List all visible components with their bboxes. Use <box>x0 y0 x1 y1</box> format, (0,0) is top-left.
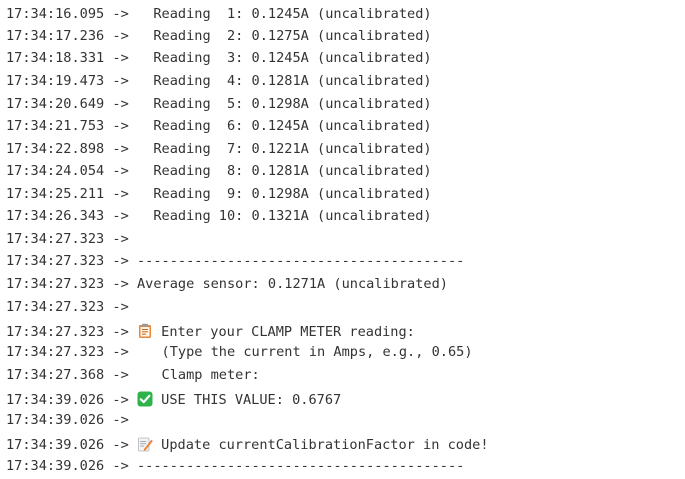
arrow-separator: -> <box>112 231 129 247</box>
console-message: Average sensor: 0.1271A (uncalibrated) <box>136 276 448 292</box>
console-line: 17:34:39.026 -> USE THIS VALUE: 0.6767 <box>6 390 341 410</box>
timestamp: 17:34:19.473 <box>6 73 105 89</box>
check-mark-icon <box>137 391 153 407</box>
timestamp: 17:34:27.323 <box>6 344 105 360</box>
arrow-separator: -> <box>112 458 129 474</box>
console-line: 17:34:26.343 -> Reading 10: 0.1321A (unc… <box>6 206 432 226</box>
timestamp: 17:34:39.026 <box>6 392 105 408</box>
timestamp: 17:34:20.649 <box>6 96 105 112</box>
console-message: Reading 5: 0.1298A (uncalibrated) <box>136 96 432 112</box>
console-message: Reading 3: 0.1245A (uncalibrated) <box>136 50 432 66</box>
console-message: ---------------------------------------- <box>136 253 465 269</box>
console-message: Reading 8: 0.1281A (uncalibrated) <box>136 163 432 179</box>
timestamp: 17:34:27.323 <box>6 324 105 340</box>
console-message: ---------------------------------------- <box>136 458 465 474</box>
arrow-separator: -> <box>112 367 129 383</box>
console-line: 17:34:27.368 -> Clamp meter: <box>6 365 260 385</box>
arrow-separator: -> <box>112 141 129 157</box>
console-line: 17:34:25.211 -> Reading 9: 0.1298A (unca… <box>6 184 432 204</box>
console-line: 17:34:39.026 -> Update currentCalibratio… <box>6 435 489 455</box>
timestamp: 17:34:39.026 <box>6 437 105 453</box>
console-message: Update currentCalibrationFactor in code! <box>161 437 489 453</box>
console-message: Reading 10: 0.1321A (uncalibrated) <box>136 208 432 224</box>
timestamp: 17:34:17.236 <box>6 28 105 44</box>
console-line: 17:34:27.323 -> Average sensor: 0.1271A … <box>6 274 448 294</box>
console-message: Reading 6: 0.1245A (uncalibrated) <box>136 118 432 134</box>
console-message: Reading 4: 0.1281A (uncalibrated) <box>136 73 432 89</box>
timestamp: 17:34:24.054 <box>6 163 105 179</box>
arrow-separator: -> <box>112 344 129 360</box>
console-line: 17:34:39.026 -> ------------------------… <box>6 456 464 476</box>
console-message: (Type the current in Amps, e.g., 0.65) <box>136 344 473 360</box>
console-line: 17:34:27.323 -> ------------------------… <box>6 251 464 271</box>
console-line: 17:34:18.331 -> Reading 3: 0.1245A (unca… <box>6 48 432 68</box>
timestamp: 17:34:27.323 <box>6 231 105 247</box>
console-message: USE THIS VALUE: 0.6767 <box>161 392 342 408</box>
console-line: 17:34:19.473 -> Reading 4: 0.1281A (unca… <box>6 71 432 91</box>
timestamp: 17:34:27.368 <box>6 367 105 383</box>
console-line: 17:34:27.323 -> Enter your CLAMP METER r… <box>6 322 415 342</box>
console-line: 17:34:17.236 -> Reading 2: 0.1275A (unca… <box>6 26 432 46</box>
timestamp: 17:34:18.331 <box>6 50 105 66</box>
timestamp: 17:34:16.095 <box>6 6 105 22</box>
arrow-separator: -> <box>112 437 129 453</box>
console-line: 17:34:27.323 -> <box>6 229 137 249</box>
timestamp: 17:34:39.026 <box>6 412 105 428</box>
clipboard-icon <box>137 323 153 339</box>
console-line: 17:34:39.026 -> <box>6 410 137 430</box>
arrow-separator: -> <box>112 253 129 269</box>
console-message: Reading 7: 0.1221A (uncalibrated) <box>136 141 432 157</box>
arrow-separator: -> <box>112 73 129 89</box>
console-line: 17:34:20.649 -> Reading 5: 0.1298A (unca… <box>6 94 432 114</box>
console-line: 17:34:27.323 -> (Type the current in Amp… <box>6 342 473 362</box>
console-message: Enter your CLAMP METER reading: <box>161 324 415 340</box>
console-line: 17:34:27.323 -> <box>6 297 137 317</box>
timestamp: 17:34:26.343 <box>6 208 105 224</box>
timestamp: 17:34:27.323 <box>6 253 105 269</box>
console-line: 17:34:22.898 -> Reading 7: 0.1221A (unca… <box>6 139 432 159</box>
timestamp: 17:34:27.323 <box>6 299 105 315</box>
console-message: Reading 9: 0.1298A (uncalibrated) <box>136 186 432 202</box>
timestamp: 17:34:22.898 <box>6 141 105 157</box>
arrow-separator: -> <box>112 186 129 202</box>
console-line: 17:34:24.054 -> Reading 8: 0.1281A (unca… <box>6 161 432 181</box>
timestamp: 17:34:21.753 <box>6 118 105 134</box>
serial-monitor-output[interactable]: 17:34:16.095 -> Reading 1: 0.1245A (unca… <box>6 0 681 479</box>
memo-icon <box>137 436 153 452</box>
arrow-separator: -> <box>112 276 129 292</box>
console-line: 17:34:21.753 -> Reading 6: 0.1245A (unca… <box>6 116 432 136</box>
arrow-separator: -> <box>112 96 129 112</box>
arrow-separator: -> <box>112 163 129 179</box>
timestamp: 17:34:27.323 <box>6 276 105 292</box>
arrow-separator: -> <box>112 208 129 224</box>
arrow-separator: -> <box>112 118 129 134</box>
arrow-separator: -> <box>112 299 129 315</box>
arrow-separator: -> <box>112 412 129 428</box>
arrow-separator: -> <box>112 28 129 44</box>
console-message: Reading 2: 0.1275A (uncalibrated) <box>136 28 432 44</box>
console-message: Reading 1: 0.1245A (uncalibrated) <box>136 6 432 22</box>
arrow-separator: -> <box>112 50 129 66</box>
console-message: Clamp meter: <box>136 367 260 383</box>
timestamp: 17:34:39.026 <box>6 458 105 474</box>
arrow-separator: -> <box>112 6 129 22</box>
console-line: 17:34:16.095 -> Reading 1: 0.1245A (unca… <box>6 4 432 24</box>
arrow-separator: -> <box>112 324 129 340</box>
arrow-separator: -> <box>112 392 129 408</box>
timestamp: 17:34:25.211 <box>6 186 105 202</box>
